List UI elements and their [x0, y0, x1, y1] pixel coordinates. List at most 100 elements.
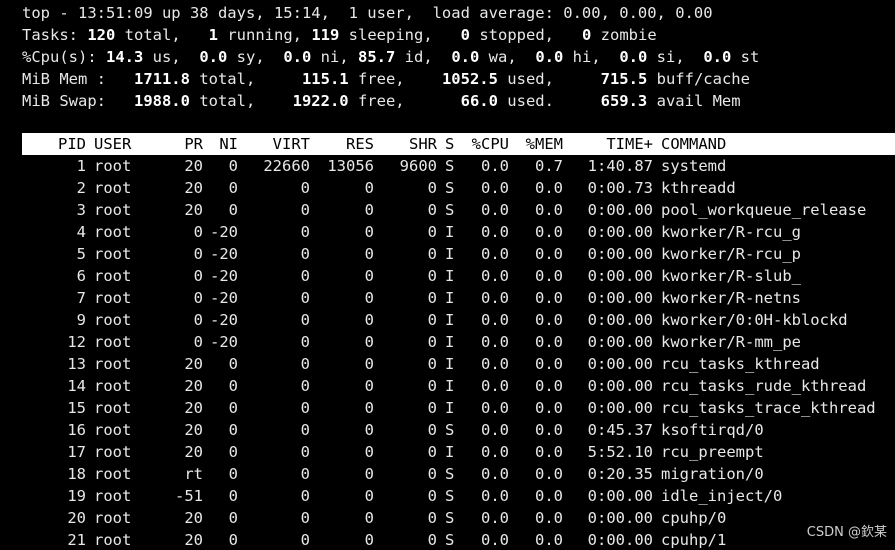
cell-time: 0:00.00	[587, 311, 653, 329]
cell-cpu: 0.0	[481, 443, 509, 461]
cell-cpu: 0.0	[481, 311, 509, 329]
tasks-sleeping: 119	[311, 26, 340, 44]
cell-pid: 21	[67, 531, 86, 549]
cpu-st-label: st	[731, 48, 760, 66]
cell-time: 5:52.10	[587, 443, 653, 461]
cell-pid: 17	[67, 443, 86, 461]
cpu-us-label: us,	[143, 48, 200, 66]
cell-cpu: 0.0	[481, 267, 509, 285]
cell-virt: 0	[300, 179, 310, 197]
cell-ni: 0	[228, 443, 238, 461]
cell-virt: 0	[300, 355, 310, 373]
cell-pr: 0	[193, 311, 203, 329]
cpu-hi-label: hi,	[563, 48, 620, 66]
cell-ni: 0	[228, 201, 238, 219]
cell-pr: 0	[193, 267, 203, 285]
cell-time: 0:00.00	[587, 355, 653, 373]
cell-time: 0:00.00	[587, 377, 653, 395]
cell-res: 0	[364, 377, 374, 395]
cell-pr: 0	[193, 289, 203, 307]
cell-virt: 0	[300, 311, 310, 329]
cell-state: I	[445, 355, 455, 373]
cell-ni: 0	[228, 509, 238, 527]
uptime-line: top - 13:51:09 up 38 days, 15:14, 1 user…	[22, 4, 713, 22]
terminal-window[interactable]: top - 13:51:09 up 38 days, 15:14, 1 user…	[0, 0, 895, 550]
cell-shr: 0	[427, 333, 437, 351]
tasks-running: 1	[208, 26, 218, 44]
cell-pid: 6	[76, 267, 86, 285]
cell-pr: rt	[184, 465, 203, 483]
tasks-total: 120	[87, 26, 116, 44]
cell-mem: 0.0	[535, 333, 563, 351]
cpu-sy-label: sy,	[227, 48, 284, 66]
swap-avail: 659.3	[600, 92, 648, 110]
cell-time: 0:00.00	[587, 333, 653, 351]
cell-pid: 15	[67, 399, 86, 417]
cell-time: 0:00.00	[587, 223, 653, 241]
cell-cpu: 0.0	[481, 377, 509, 395]
cell-state: I	[445, 267, 455, 285]
cell-command: idle_inject/0	[661, 487, 783, 505]
cell-cpu: 0.0	[481, 509, 509, 527]
mem-used-label: used,	[497, 70, 601, 88]
cell-command: kworker/R-netns	[661, 289, 801, 307]
cell-virt: 0	[300, 267, 310, 285]
cell-res: 0	[364, 267, 374, 285]
tasks-sleeping-label: sleeping,	[339, 26, 461, 44]
cell-virt: 0	[300, 531, 310, 549]
cell-shr: 0	[427, 179, 437, 197]
cell-command: rcu_preempt	[661, 443, 764, 461]
cell-state: S	[445, 509, 455, 527]
cell-mem: 0.0	[535, 487, 563, 505]
cell-command: systemd	[661, 157, 727, 175]
swap-free: 1922.0	[292, 92, 349, 110]
cell-pr: 0	[193, 223, 203, 241]
mem-cache: 715.5	[600, 70, 648, 88]
cpu-si: 0.0	[619, 48, 648, 66]
cell-state: I	[445, 399, 455, 417]
cell-cpu: 0.0	[481, 223, 509, 241]
cell-virt: 0	[300, 201, 310, 219]
cell-res: 13056	[327, 157, 374, 175]
column-header-state: S	[445, 135, 455, 153]
cell-shr: 0	[427, 267, 437, 285]
cell-mem: 0.0	[535, 377, 563, 395]
cell-mem: 0.0	[535, 201, 563, 219]
mem-free-label: free,	[348, 70, 442, 88]
cell-ni: -20	[210, 333, 238, 351]
cell-time: 1:40.87	[587, 157, 653, 175]
cell-shr: 0	[427, 465, 437, 483]
cell-cpu: 0.0	[481, 399, 509, 417]
cell-pid: 14	[67, 377, 86, 395]
cell-cpu: 0.0	[481, 531, 509, 549]
cell-pr: -51	[175, 487, 203, 505]
column-header-shr: SHR	[409, 135, 437, 153]
cell-time: 0:20.35	[587, 465, 653, 483]
cell-virt: 0	[300, 377, 310, 395]
cell-ni: 0	[228, 465, 238, 483]
cell-pr: 20	[184, 355, 203, 373]
cell-cpu: 0.0	[481, 421, 509, 439]
cell-command: kworker/R-rcu_p	[661, 245, 801, 263]
tasks-running-label: running,	[218, 26, 312, 44]
cell-res: 0	[364, 245, 374, 263]
cell-command: migration/0	[661, 465, 764, 483]
cell-command: kworker/0:0H-kblockd	[661, 311, 848, 329]
mem-line: MiB Mem : 1711.8 total, 115.1 free, 1052…	[22, 68, 750, 90]
cell-pr: 20	[184, 531, 203, 549]
cell-shr: 0	[427, 289, 437, 307]
mem-free: 115.1	[301, 70, 349, 88]
cell-time: 0:00.00	[587, 245, 653, 263]
cell-pr: 20	[184, 157, 203, 175]
cell-cpu: 0.0	[481, 355, 509, 373]
cell-state: S	[445, 421, 455, 439]
cell-ni: 0	[228, 179, 238, 197]
tasks-zombie-label: zombie	[591, 26, 657, 44]
cpu-si-label: si,	[647, 48, 704, 66]
cell-pid: 4	[76, 223, 86, 241]
cell-command: rcu_tasks_trace_kthread	[661, 399, 876, 417]
cell-shr: 0	[427, 531, 437, 549]
cell-pid: 2	[76, 179, 86, 197]
cell-pr: 20	[184, 443, 203, 461]
cell-shr: 0	[427, 509, 437, 527]
